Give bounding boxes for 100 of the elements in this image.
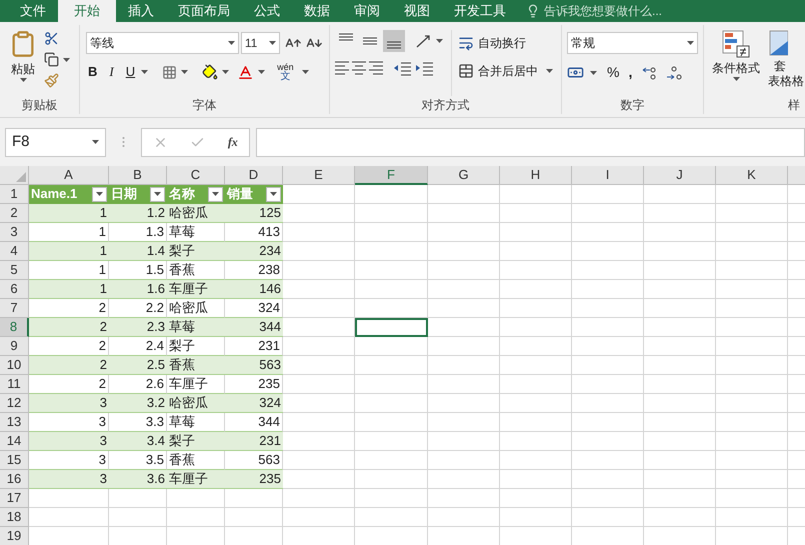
caret-icon[interactable] [546, 69, 553, 73]
sheet-cell[interactable] [500, 451, 572, 470]
sheet-cell[interactable] [500, 356, 572, 375]
formula-input[interactable] [256, 128, 805, 156]
sheet-cell[interactable] [283, 223, 355, 242]
sheet-cell[interactable] [644, 261, 716, 280]
vertical-align-button[interactable] [383, 30, 405, 52]
sheet-cell[interactable] [500, 318, 572, 337]
sheet-cell[interactable] [716, 413, 788, 432]
caret-icon[interactable] [181, 70, 188, 74]
row-header[interactable]: 5 [0, 261, 29, 280]
sheet-cell[interactable] [716, 261, 788, 280]
sheet-cell[interactable] [572, 451, 644, 470]
sheet-cell[interactable] [283, 299, 355, 318]
sheet-cell[interactable] [428, 432, 500, 451]
column-header[interactable]: J [644, 166, 716, 185]
sheet-cell[interactable] [572, 356, 644, 375]
borders-icon[interactable] [162, 64, 178, 80]
ribbon-tab[interactable]: 数据 [292, 0, 342, 22]
sheet-cell[interactable] [355, 489, 428, 508]
sheet-cell[interactable] [428, 489, 500, 508]
percent-button[interactable]: % [607, 62, 620, 83]
sheet-cell[interactable] [355, 394, 428, 413]
ribbon-tab[interactable]: 审阅 [342, 0, 392, 22]
sheet-cell[interactable] [283, 394, 355, 413]
sheet-cell[interactable] [572, 489, 644, 508]
sheet-cell[interactable] [572, 394, 644, 413]
sheet-cell[interactable] [355, 375, 428, 394]
filter-dropdown-button[interactable] [92, 186, 107, 202]
sheet-cell[interactable] [428, 413, 500, 432]
sheet-cell[interactable] [167, 508, 225, 527]
sheet-cell[interactable] [355, 337, 428, 356]
sheet-cell[interactable] [644, 242, 716, 261]
sheet-cell[interactable] [716, 204, 788, 223]
row-header[interactable]: 7 [0, 299, 29, 318]
sheet-cell[interactable] [500, 242, 572, 261]
ribbon-tab[interactable]: 插入 [116, 0, 166, 22]
sheet-cell[interactable] [572, 413, 644, 432]
format-as-table-button[interactable]: 套 表格格 [768, 29, 804, 96]
sheet-cell[interactable] [29, 489, 109, 508]
sheet-cell[interactable] [283, 489, 355, 508]
sheet-cell[interactable] [283, 451, 355, 470]
ribbon-tab[interactable]: 开发工具 [442, 0, 518, 22]
sheet-cell[interactable] [428, 185, 500, 204]
sheet-cell[interactable] [109, 489, 167, 508]
caret-icon[interactable] [302, 70, 309, 74]
decrease-indent-icon[interactable] [392, 60, 412, 76]
sheet-cell[interactable] [572, 470, 644, 489]
sheet-cell[interactable] [428, 508, 500, 527]
sheet-cell[interactable] [644, 356, 716, 375]
sheet-cell[interactable] [716, 299, 788, 318]
caret-icon[interactable] [222, 70, 230, 74]
sheet-cell[interactable] [283, 337, 355, 356]
sheet-cell[interactable] [428, 280, 500, 299]
column-header[interactable]: H [500, 166, 572, 185]
sheet-cell[interactable] [572, 432, 644, 451]
sheet-cell[interactable] [500, 375, 572, 394]
sheet-cell[interactable] [572, 204, 644, 223]
row-header[interactable]: 9 [0, 337, 29, 356]
sheet-cell[interactable] [716, 375, 788, 394]
sheet-cell[interactable] [225, 508, 283, 527]
ribbon-tab[interactable]: 公式 [242, 0, 292, 22]
sheet-cell[interactable] [225, 489, 283, 508]
sheet-cell[interactable] [644, 185, 716, 204]
sheet-cell[interactable] [500, 394, 572, 413]
sheet-cell[interactable] [716, 356, 788, 375]
fill-color-icon[interactable] [202, 64, 218, 80]
sheet-cell[interactable] [283, 413, 355, 432]
sheet-cell[interactable] [283, 280, 355, 299]
sheet-cell[interactable] [572, 299, 644, 318]
sheet-cell[interactable] [283, 204, 355, 223]
sheet-cell[interactable] [572, 508, 644, 527]
row-header[interactable]: 1 [0, 185, 29, 204]
sheet-cell[interactable] [355, 470, 428, 489]
caret-icon[interactable] [141, 70, 148, 74]
phonetic-button[interactable]: wén 文 [277, 62, 294, 82]
sheet-cell[interactable] [572, 223, 644, 242]
increase-indent-icon[interactable] [414, 60, 434, 76]
caret-icon[interactable] [92, 140, 99, 144]
sheet-cell[interactable] [355, 280, 428, 299]
sheet-cell[interactable] [355, 356, 428, 375]
sheet-cell[interactable] [283, 261, 355, 280]
sheet-cell[interactable] [500, 508, 572, 527]
filter-dropdown-button[interactable] [150, 186, 165, 202]
font-name-dropdown[interactable]: 等线 [86, 32, 239, 54]
sheet-cell[interactable] [283, 508, 355, 527]
caret-icon[interactable] [590, 70, 597, 74]
sheet-cell[interactable] [572, 185, 644, 204]
sheet-cell[interactable] [716, 280, 788, 299]
sheet-cell[interactable] [500, 489, 572, 508]
sheet-cell[interactable] [716, 508, 788, 527]
sheet-cell[interactable] [572, 261, 644, 280]
sheet-cell[interactable] [644, 432, 716, 451]
row-header[interactable]: 15 [0, 451, 29, 470]
sheet-cell[interactable] [428, 204, 500, 223]
italic-button[interactable]: I [107, 62, 116, 82]
sheet-cell[interactable] [428, 299, 500, 318]
sheet-cell[interactable] [716, 432, 788, 451]
sheet-cell[interactable] [572, 242, 644, 261]
filter-dropdown-button[interactable] [266, 186, 281, 202]
